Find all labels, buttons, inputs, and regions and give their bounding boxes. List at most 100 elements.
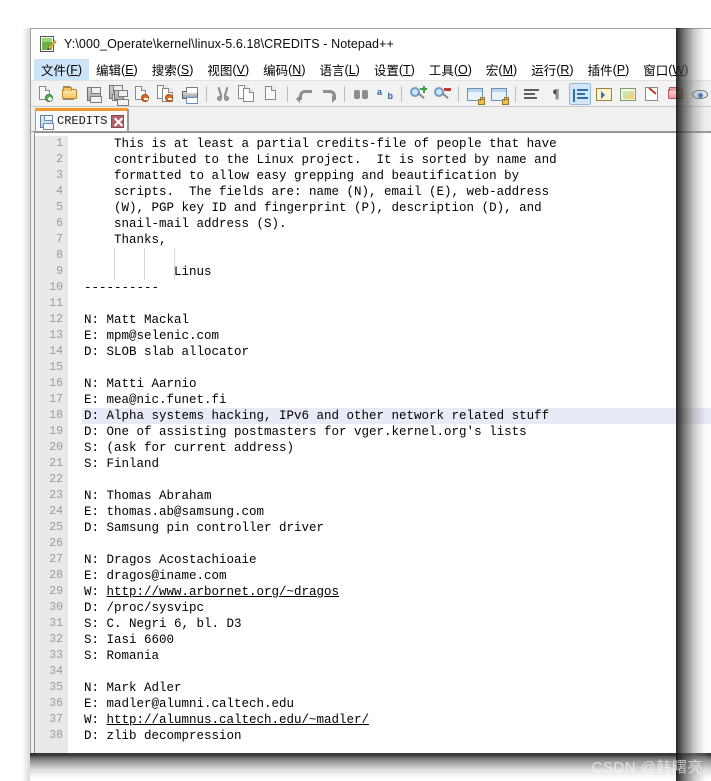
- menu-item-tools[interactable]: 工具(O): [422, 59, 479, 80]
- fold-margin[interactable]: [68, 136, 82, 755]
- code-line[interactable]: W: http://alumnus.caltech.edu/~madler/: [82, 712, 711, 728]
- run-macro-icon[interactable]: [593, 83, 615, 105]
- code-line[interactable]: D: SLOB slab allocator: [82, 344, 711, 360]
- line-number: 38: [49, 729, 63, 742]
- code-line[interactable]: E: mea@nic.funet.fi: [82, 392, 711, 408]
- code-line[interactable]: [82, 536, 711, 552]
- code-line[interactable]: W: http://www.arbornet.org/~dragos: [82, 584, 711, 600]
- menu-item-file-label: 文件: [41, 64, 67, 78]
- print-icon[interactable]: [179, 83, 201, 105]
- code-text[interactable]: This is at least a partial credits-file …: [82, 136, 711, 755]
- close-icon[interactable]: [111, 114, 125, 128]
- code-line[interactable]: This is at least a partial credits-file …: [82, 136, 711, 152]
- code-line[interactable]: [82, 360, 711, 376]
- menu-item-settings[interactable]: 设置(T): [367, 59, 422, 80]
- show-all-characters-icon[interactable]: ¶: [545, 83, 567, 105]
- code-line[interactable]: D: /proc/sysvipc: [82, 600, 711, 616]
- code-line[interactable]: formatted to allow easy grepping and bea…: [82, 168, 711, 184]
- code-line[interactable]: D: One of assisting postmasters for vger…: [82, 424, 711, 440]
- code-line[interactable]: S: Finland: [82, 456, 711, 472]
- document-tabbar: CREDITS: [31, 107, 711, 132]
- menu-item-run[interactable]: 运行(R): [524, 59, 580, 80]
- save-all-icon[interactable]: [107, 83, 129, 106]
- code-line[interactable]: N: Matt Mackal: [82, 312, 711, 328]
- close-all-icon[interactable]: [155, 83, 177, 105]
- code-line[interactable]: D: Alpha systems hacking, IPv6 and other…: [82, 408, 711, 424]
- save-disk-icon: [40, 114, 54, 130]
- hyperlink[interactable]: http://www.arbornet.org/~dragos: [107, 585, 340, 599]
- menu-item-search[interactable]: 搜索(S): [145, 59, 201, 80]
- code-line[interactable]: E: dragos@iname.com: [82, 568, 711, 584]
- menu-item-edit[interactable]: 编辑(E): [89, 59, 145, 80]
- menu-item-view-mnemonic: V: [236, 62, 245, 77]
- toolbar-separator: [401, 85, 402, 102]
- code-line[interactable]: D: zlib decompression: [82, 728, 711, 744]
- undo-icon[interactable]: [293, 83, 315, 105]
- code-line[interactable]: Linus: [82, 264, 711, 280]
- close-file-icon[interactable]: [131, 83, 153, 105]
- code-line[interactable]: N: Thomas Abraham: [82, 488, 711, 504]
- menu-item-language[interactable]: 语言(L): [313, 59, 367, 80]
- code-line[interactable]: E: madler@alumni.caltech.edu: [82, 696, 711, 712]
- open-file-icon[interactable]: [59, 83, 81, 105]
- code-line[interactable]: contributed to the Linux project. It is …: [82, 152, 711, 168]
- menu-item-run-mnemonic: R: [560, 62, 570, 77]
- replace-icon[interactable]: ab: [374, 83, 396, 105]
- menu-item-view-label: 视图: [207, 64, 233, 78]
- new-file-icon[interactable]: [35, 83, 57, 105]
- code-line[interactable]: E: mpm@selenic.com: [82, 328, 711, 344]
- cut-icon[interactable]: [212, 83, 234, 105]
- menu-item-encoding[interactable]: 编码(N): [256, 59, 312, 80]
- line-number: 35: [49, 681, 63, 694]
- code-line[interactable]: [82, 248, 711, 264]
- line-number: 2: [56, 153, 63, 166]
- code-line[interactable]: [82, 664, 711, 680]
- sync-horizontal-scroll-icon[interactable]: [488, 83, 510, 105]
- code-line[interactable]: S: C. Negri 6, bl. D3: [82, 616, 711, 632]
- code-line[interactable]: E: thomas.ab@samsung.com: [82, 504, 711, 520]
- code-line[interactable]: N: Mark Adler: [82, 680, 711, 696]
- indent-guide-icon[interactable]: [569, 82, 591, 105]
- zoom-out-icon[interactable]: [431, 83, 453, 105]
- code-line[interactable]: [82, 472, 711, 488]
- code-line[interactable]: ----------: [82, 280, 711, 296]
- hyperlink[interactable]: http://alumnus.caltech.edu/~madler/: [107, 713, 370, 727]
- menu-item-macro[interactable]: 宏(M): [479, 59, 524, 80]
- line-number: 36: [49, 697, 63, 710]
- function-list-icon[interactable]: [641, 83, 663, 105]
- menu-item-search-label: 搜索: [151, 64, 177, 78]
- code-line[interactable]: scripts. The fields are: name (N), email…: [82, 184, 711, 200]
- menu-item-plugins[interactable]: 插件(P): [581, 59, 637, 80]
- code-line[interactable]: S: Iasi 6600: [82, 632, 711, 648]
- window-titlebar[interactable]: Y:\000_Operate\kernel\linux-5.6.18\CREDI…: [31, 29, 711, 59]
- code-line[interactable]: S: (ask for current address): [82, 440, 711, 456]
- sync-vertical-scroll-icon[interactable]: [464, 83, 486, 105]
- copy-icon[interactable]: [236, 83, 258, 105]
- code-line[interactable]: snail-mail address (S).: [82, 216, 711, 232]
- menu-item-tools-label: 工具: [428, 64, 454, 78]
- editor-area[interactable]: 1 2 3 4 5 6 7 8 9 10 11 12 13 14 15 16 17 18 19 20 21 22 23 24 2…: [34, 132, 711, 755]
- code-line[interactable]: D: Samsung pin controller driver: [82, 520, 711, 536]
- line-number: 6: [56, 217, 63, 230]
- code-line[interactable]: Thanks,: [82, 232, 711, 248]
- find-icon[interactable]: [350, 83, 372, 105]
- code-line[interactable]: [82, 296, 711, 312]
- zoom-in-icon[interactable]: [407, 83, 429, 105]
- editor-body: 1 2 3 4 5 6 7 8 9 10 11 12 13 14 15 16 17 18 19 20 21 22 23 24 2…: [35, 133, 711, 755]
- menu-item-file[interactable]: 文件(F): [34, 59, 89, 80]
- code-line[interactable]: (W), PGP key ID and fingerprint (P), des…: [82, 200, 711, 216]
- paste-icon[interactable]: [260, 83, 282, 105]
- menu-item-edit-mnemonic: E: [125, 62, 134, 77]
- menubar: 文件(F) 编辑(E) 搜索(S) 视图(V) 编码(N) 语言(L) 设置(T…: [31, 59, 711, 81]
- code-line[interactable]: N: Dragos Acostachioaie: [82, 552, 711, 568]
- save-icon[interactable]: [83, 83, 105, 105]
- redo-icon[interactable]: [317, 83, 339, 105]
- word-wrap-icon[interactable]: [521, 83, 543, 105]
- tab-credits[interactable]: CREDITS: [35, 108, 129, 131]
- code-line[interactable]: S: Romania: [82, 648, 711, 664]
- menu-item-view[interactable]: 视图(V): [200, 59, 256, 80]
- show-document-map-icon[interactable]: [617, 83, 639, 105]
- indent-guide: [114, 264, 115, 280]
- line-number: 27: [49, 553, 63, 566]
- code-line[interactable]: N: Matti Aarnio: [82, 376, 711, 392]
